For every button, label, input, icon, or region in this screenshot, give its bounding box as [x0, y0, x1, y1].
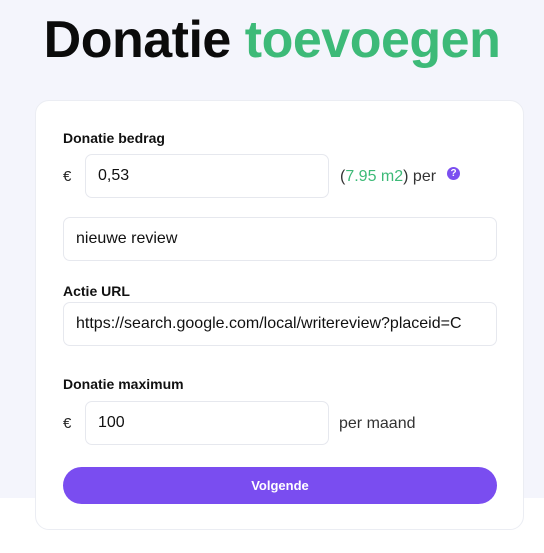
donation-maximum-input[interactable]: 100: [85, 401, 329, 445]
page-title-word-1: Donatie: [43, 11, 232, 69]
currency-symbol: €: [63, 168, 72, 185]
description-input[interactable]: nieuwe review: [63, 217, 497, 261]
page-title: Donatie toevoegen: [0, 8, 544, 72]
area-per-text: (7.95 m2) per: [340, 168, 436, 186]
action-url-label: Actie URL: [63, 283, 130, 299]
question-circle-icon[interactable]: ?: [447, 167, 460, 180]
currency-symbol-max: €: [63, 415, 72, 432]
per-month-text: per maand: [339, 415, 416, 432]
next-button[interactable]: Volgende: [63, 467, 497, 504]
area-close: ) per: [403, 168, 437, 185]
page-title-word-2: toevoegen: [244, 11, 501, 69]
donation-maximum-label: Donatie maximum: [63, 376, 184, 392]
donation-amount-label: Donatie bedrag: [63, 130, 165, 146]
donation-amount-input[interactable]: 0,53: [85, 154, 329, 198]
action-url-input[interactable]: https://search.google.com/local/writerev…: [63, 302, 497, 346]
area-value: 7.95 m2: [345, 168, 404, 185]
